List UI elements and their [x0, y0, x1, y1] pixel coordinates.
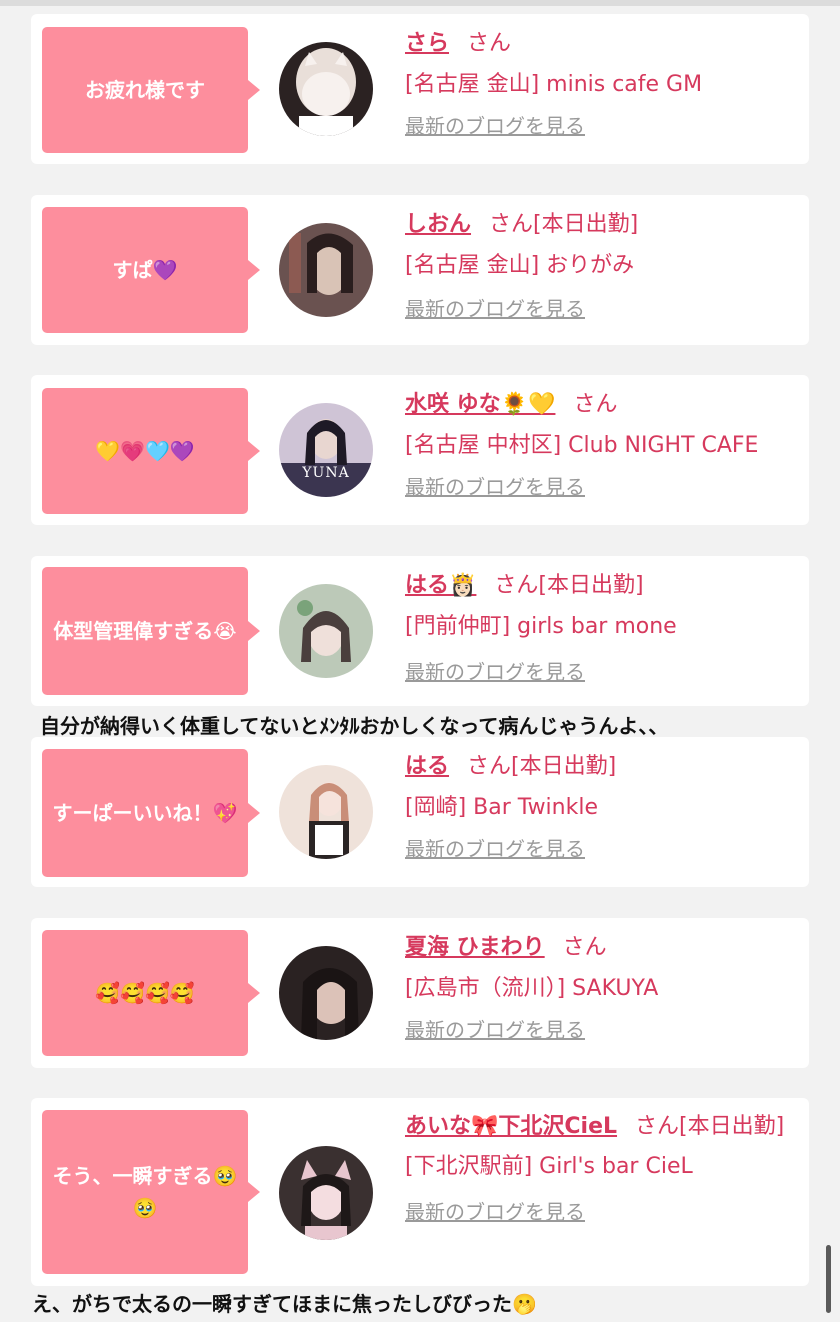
avatar-photo-icon: [279, 403, 373, 497]
shop-name: [広島市（流川）] SAKUYA: [405, 976, 659, 1001]
message-bubble: 🥰🥰🥰🥰: [42, 930, 260, 1056]
comment-info: はる👸🏻 さん[本日出勤] [門前仲町] girls bar mone 最新のブロ…: [405, 566, 797, 692]
avatar[interactable]: [279, 223, 373, 317]
name-line: さら さん: [405, 24, 797, 64]
status: [本日出勤]: [533, 212, 639, 237]
latest-blog-link[interactable]: 最新のブログを見る: [405, 289, 585, 329]
comment-info: しおん さん[本日出勤] [名古屋 金山] おりがみ 最新のブログを見る: [405, 205, 797, 329]
honorific: さん: [467, 754, 512, 779]
honorific: さん: [562, 935, 607, 960]
message-bubble: すーぱーいいね！💖: [42, 749, 260, 877]
comment-info: あいな🎀下北沢CieL さん[本日出勤] [下北沢駅前] Girl's bar C…: [405, 1108, 797, 1232]
honorific: さん: [467, 31, 512, 56]
avatar-photo-icon: [279, 1146, 373, 1240]
latest-blog-link[interactable]: 最新のブログを見る: [405, 106, 585, 146]
caption-text: 自分が納得いく体重してないとﾒﾝﾀﾙおかしくなって病んじゃうんよ、、: [40, 714, 669, 738]
avatar-photo-icon: [279, 223, 373, 317]
caption-text: え、がちで太るの一瞬すぎてほまに焦ったしびびった🫢: [32, 1292, 537, 1316]
girl-name-link[interactable]: 夏海 ひまわり: [405, 935, 545, 960]
avatar[interactable]: [279, 946, 373, 1040]
girl-name-link[interactable]: 水咲 ゆな🌻💛: [405, 392, 555, 417]
message-bubble: 体型管理偉すぎる😭: [42, 567, 260, 695]
status: [本日出勤]: [679, 1114, 785, 1139]
message-bubble: すぱ💜: [42, 207, 260, 333]
avatar-photo-icon: [279, 946, 373, 1040]
name-line: しおん さん[本日出勤]: [405, 205, 797, 245]
latest-blog-link[interactable]: 最新のブログを見る: [405, 829, 585, 869]
status: [本日出勤]: [511, 754, 617, 779]
shop-name: [名古屋 金山] minis cafe GM: [405, 72, 703, 97]
comment-card: 🥰🥰🥰🥰 夏海 ひまわり さん [広島市（流川）] SAKUYA 最新のブログを見…: [31, 918, 809, 1068]
comment-info: 夏海 ひまわり さん [広島市（流川）] SAKUYA 最新のブログを見る: [405, 928, 797, 1050]
girl-name-link[interactable]: あいな🎀下北沢CieL: [405, 1114, 617, 1139]
avatar-caption: YUNA: [302, 465, 350, 481]
avatar-photo-icon: [279, 584, 373, 678]
message-bubble: 💛💗🩵💜: [42, 388, 260, 514]
message-bubble: そう、一瞬すぎる🥹🥹: [42, 1110, 260, 1274]
comment-feed: お疲れ様です さら さん [名古屋 金山] minis cafe GM 最新のブロ…: [0, 0, 840, 1322]
avatar-photo-icon: [279, 765, 373, 859]
girl-name-link[interactable]: はる: [405, 754, 449, 779]
comment-info: はる さん[本日出勤] [岡崎] Bar Twinkle 最新のブログを見る: [405, 747, 797, 869]
avatar[interactable]: [279, 584, 373, 678]
comment-card: 体型管理偉すぎる😭 はる👸🏻 さん[本日出勤] [門前仲町] girls bar …: [31, 556, 809, 706]
shop-name: [岡崎] Bar Twinkle: [405, 795, 599, 820]
latest-blog-link[interactable]: 最新のブログを見る: [405, 1192, 585, 1232]
honorific: さん: [573, 392, 618, 417]
latest-blog-link[interactable]: 最新のブログを見る: [405, 1010, 585, 1050]
comment-card: すぱ💜 しおん さん[本日出勤] [名古屋 金山] おりがみ 最新のブログを見る: [31, 195, 809, 345]
honorific: さん: [494, 573, 539, 598]
honorific: さん: [489, 212, 534, 237]
latest-blog-link[interactable]: 最新のブログを見る: [405, 652, 585, 692]
shop-name: [下北沢駅前] Girl's bar CieL: [405, 1154, 693, 1179]
name-line: あいな🎀下北沢CieL さん[本日出勤]: [405, 1108, 797, 1146]
message-bubble: お疲れ様です: [42, 27, 260, 153]
honorific: さん: [635, 1114, 680, 1139]
shop-name: [門前仲町] girls bar mone: [405, 614, 677, 639]
name-line: はる さん[本日出勤]: [405, 747, 797, 787]
scrollbar[interactable]: [826, 1245, 831, 1313]
girl-name-link[interactable]: はる👸🏻: [405, 573, 476, 598]
avatar[interactable]: [279, 42, 373, 136]
name-line: 夏海 ひまわり さん: [405, 928, 797, 968]
name-line: はる👸🏻 さん[本日出勤]: [405, 566, 797, 606]
avatar[interactable]: [279, 765, 373, 859]
shop-name: [名古屋 中村区] Club NIGHT CAFE: [405, 433, 759, 458]
name-line: 水咲 ゆな🌻💛 さん: [405, 385, 797, 425]
status: [本日出勤]: [538, 573, 644, 598]
comment-card: そう、一瞬すぎる🥹🥹 あいな🎀下北沢CieL さん[本日出勤] [下北沢駅前] G…: [31, 1098, 809, 1286]
girl-name-link[interactable]: しおん: [405, 212, 471, 237]
avatar[interactable]: [279, 1146, 373, 1240]
comment-card: 💛💗🩵💜 YUNA 水咲 ゆな🌻💛 さん [名古屋 中村区] Club NIGHT…: [31, 375, 809, 525]
shop-name: [名古屋 金山] おりがみ: [405, 253, 635, 278]
avatar-photo-icon: [279, 42, 373, 136]
girl-name-link[interactable]: さら: [405, 31, 449, 56]
comment-info: 水咲 ゆな🌻💛 さん [名古屋 中村区] Club NIGHT CAFE 最新のブ…: [405, 385, 797, 507]
avatar[interactable]: YUNA: [279, 403, 373, 497]
comment-info: さら さん [名古屋 金山] minis cafe GM 最新のブログを見る: [405, 24, 797, 146]
latest-blog-link[interactable]: 最新のブログを見る: [405, 467, 585, 507]
comment-card: すーぱーいいね！💖 はる さん[本日出勤] [岡崎] Bar Twinkle 最新…: [31, 737, 809, 887]
comment-card: お疲れ様です さら さん [名古屋 金山] minis cafe GM 最新のブロ…: [31, 14, 809, 164]
